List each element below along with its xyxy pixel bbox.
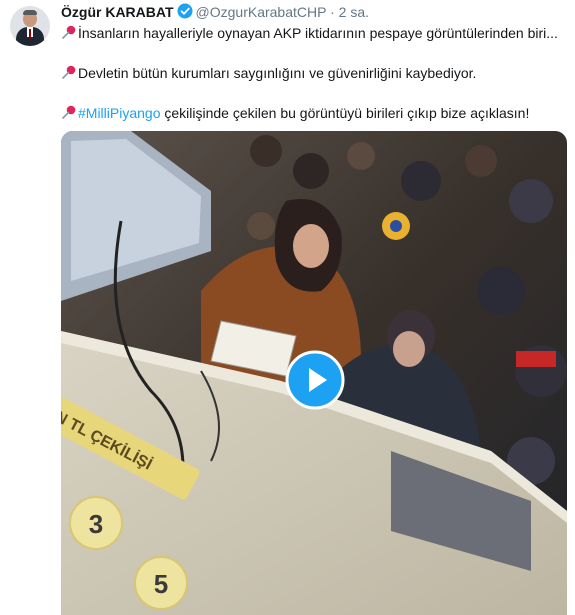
author-avatar[interactable] [10, 6, 50, 46]
ball-number-2: 5 [154, 569, 168, 599]
author-name[interactable]: Özgür KARABAT [61, 4, 174, 20]
tweet-text-1: İnsanların hayalleriyle oynayan AKP ikti… [78, 25, 558, 41]
header-separator: · [330, 4, 335, 20]
tweet-text-line-1: İnsanların hayalleriyle oynayan AKP ikti… [61, 24, 558, 44]
avatar-tie [29, 29, 31, 39]
verified-badge-icon [177, 3, 193, 23]
pushpin-icon [61, 24, 77, 44]
tweet-text-3: çekilişinde çekilen bu görüntüyü biriler… [160, 105, 530, 121]
play-icon [285, 350, 345, 410]
pushpin-icon [61, 64, 77, 84]
tweet-text-line-3: #MilliPiyango çekilişinde çekilen bu gör… [61, 104, 529, 124]
pushpin-icon [61, 104, 77, 124]
tweet-timestamp[interactable]: 2 sa. [339, 4, 369, 20]
tweet-text-line-2: Devletin bütün kurumları saygınlığını ve… [61, 64, 476, 84]
play-button[interactable] [285, 350, 345, 410]
author-handle[interactable]: @OzgurKarabatCHP [196, 4, 327, 20]
tweet-text-2: Devletin bütün kurumları saygınlığını ve… [78, 65, 477, 81]
ball-number-1: 3 [89, 509, 103, 539]
tweet-card[interactable]: Özgür KARABAT @OzgurKarabatCHP · 2 sa. İn… [0, 0, 575, 615]
hashtag-link[interactable]: #MilliPiyango [78, 105, 160, 121]
avatar-hair [23, 10, 37, 15]
tweet-header: Özgür KARABAT @OzgurKarabatCHP · 2 sa. [61, 3, 369, 21]
